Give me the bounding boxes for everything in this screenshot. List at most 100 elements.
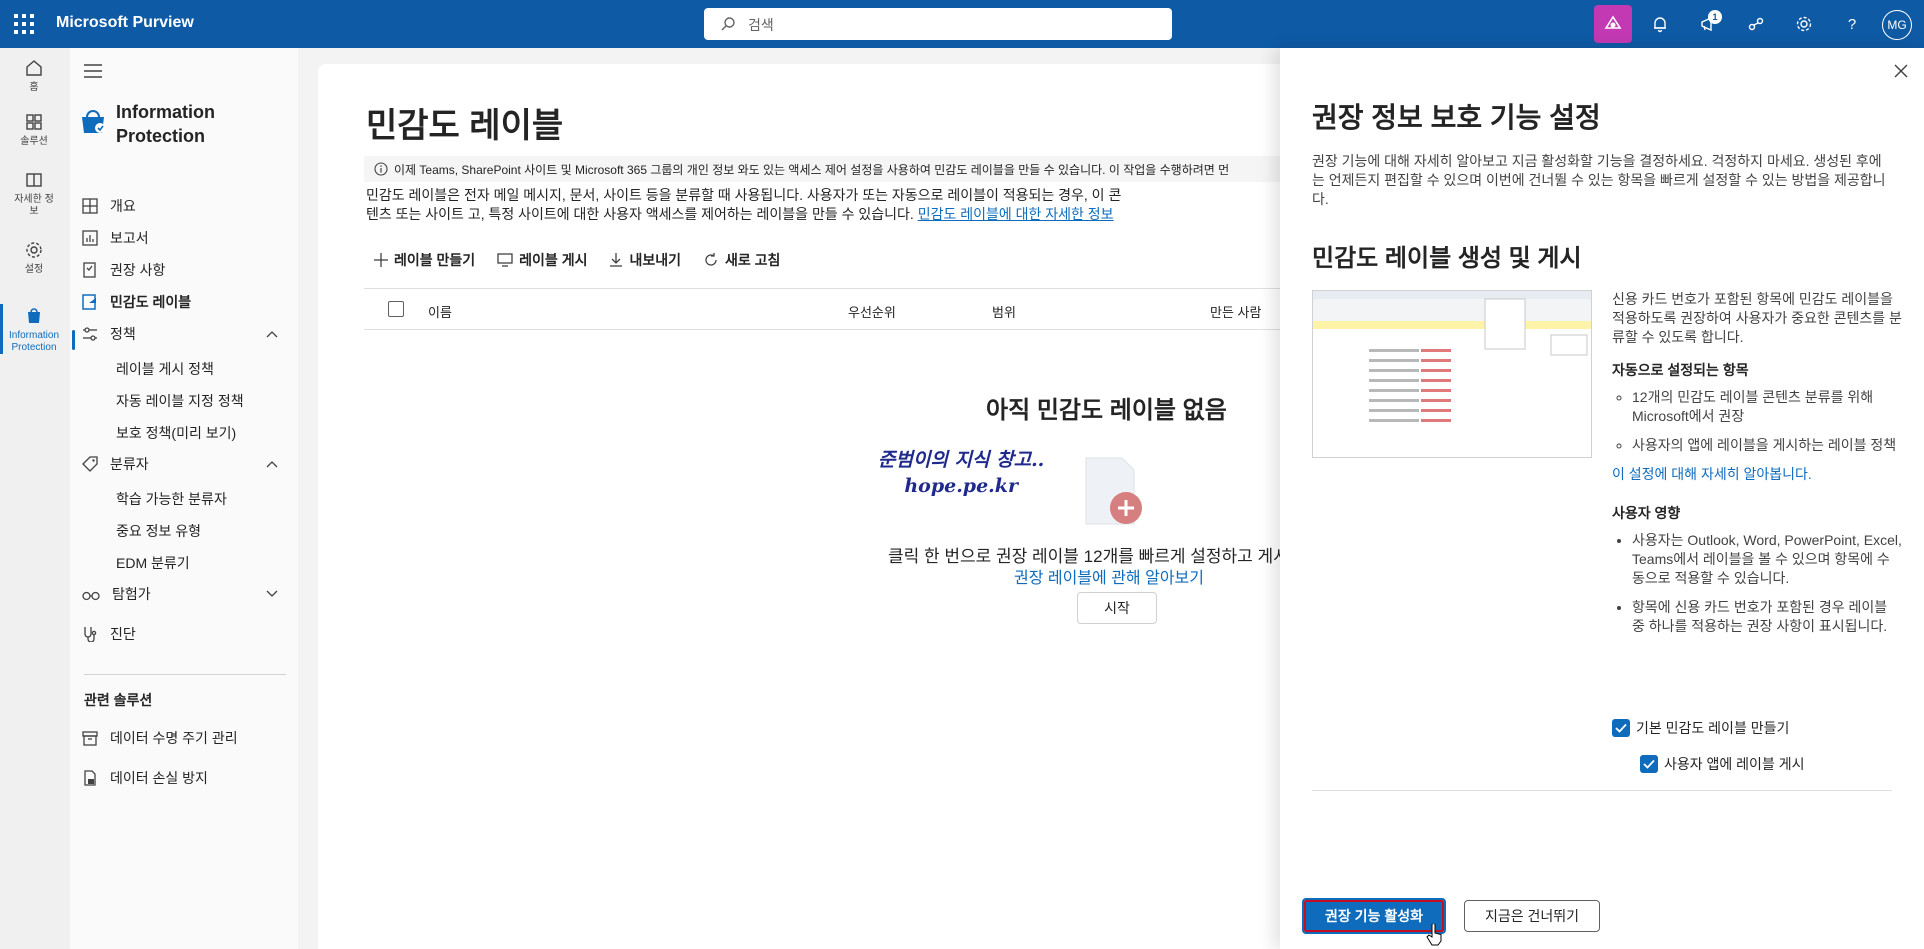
publish-icon xyxy=(497,253,513,267)
app-title[interactable]: Microsoft Purview xyxy=(56,14,194,32)
rail-item-information-protection[interactable]: Information Protection xyxy=(0,304,68,354)
recommended-labels-link[interactable]: 권장 레이블에 관해 알아보기 xyxy=(1014,564,1204,588)
nav-item-overview[interactable]: 개요 xyxy=(82,188,290,224)
preview-image xyxy=(1312,290,1592,458)
notification-badge: 1 xyxy=(1708,10,1722,24)
related-solutions-heading: 관련 솔루션 xyxy=(84,692,153,708)
plus-icon xyxy=(374,253,388,267)
nav-item-policies[interactable]: 정책 xyxy=(82,316,290,352)
list-item: 사용자의 앱에 레이블을 게시하는 레이블 정책 xyxy=(1632,436,1902,455)
start-button[interactable]: 시작 xyxy=(1077,592,1157,624)
home-icon xyxy=(26,60,42,76)
sliders-icon xyxy=(83,327,97,341)
hamburger-icon[interactable] xyxy=(84,64,102,78)
rail-item-home[interactable]: 홈 xyxy=(0,58,68,94)
recommendations-panel: 권장 정보 보호 기능 설정 권장 기능에 대해 자세히 알아보고 지금 활성화… xyxy=(1280,48,1924,949)
close-icon[interactable] xyxy=(1894,64,1908,78)
nav-item-reports[interactable]: 보고서 xyxy=(82,220,290,256)
nav-active-indicator xyxy=(72,330,75,350)
command-label: 새로 고침 xyxy=(725,252,781,268)
nav-divider xyxy=(84,674,286,675)
rail-item-learn[interactable]: 자세한 정보 xyxy=(0,170,68,218)
nav-item-classifiers[interactable]: 분류자 xyxy=(82,446,290,482)
export-button[interactable]: 내보내기 xyxy=(609,250,681,270)
nav-sub-trainable-classifiers[interactable]: 학습 가능한 분류자 xyxy=(116,489,227,509)
checkbox-checked-icon[interactable] xyxy=(1612,719,1630,737)
nav-pane: Information Protection 개요 보고서 권장 사항 민감도 … xyxy=(70,48,298,949)
info-protection-icon xyxy=(28,308,40,323)
nav-label: 보고서 xyxy=(110,230,149,246)
nav-item-sensitivity-labels[interactable]: 민감도 레이블 xyxy=(82,284,290,320)
watermark-line-2: hope.pe.kr xyxy=(904,475,1018,497)
learn-icon xyxy=(26,173,42,187)
chevron-up-icon[interactable] xyxy=(266,330,278,338)
svg-text:?: ? xyxy=(1848,16,1856,33)
nav-sub-edm-classifiers[interactable]: EDM 분류기 xyxy=(116,553,190,573)
column-name[interactable]: 이름 xyxy=(428,302,452,321)
dlp-icon xyxy=(84,770,96,786)
rail-item-solutions[interactable]: 솔루션 xyxy=(0,112,68,148)
activate-recommended-button[interactable]: 권장 기능 활성화 xyxy=(1302,898,1446,934)
search-input[interactable]: 검색 xyxy=(704,8,1172,40)
nav-item-diagnostics[interactable]: 진단 xyxy=(82,616,290,652)
nav-sub-sensitive-info-types[interactable]: 중요 정보 유형 xyxy=(116,521,201,541)
information-protection-logo-icon xyxy=(82,110,105,133)
nav-item-dlp[interactable]: 데이터 손실 방지 xyxy=(82,760,290,796)
create-default-labels-checkbox[interactable]: 기본 민감도 레이블 만들기 xyxy=(1612,718,1789,738)
chart-icon xyxy=(82,230,98,246)
gear-icon[interactable] xyxy=(1788,8,1820,40)
nav-item-explorers[interactable]: 탐험가 xyxy=(82,576,290,612)
checkbox-checked-icon[interactable] xyxy=(1640,755,1658,773)
bell-icon[interactable] xyxy=(1644,8,1676,40)
info-message-text: 이제 Teams, SharePoint 사이트 및 Microsoft 365… xyxy=(394,163,1230,177)
command-label: 내보내기 xyxy=(629,252,681,268)
list-item: 사용자는 Outlook, Word, PowerPoint, Excel, T… xyxy=(1632,531,1902,588)
nav-label: 권장 사항 xyxy=(110,262,166,278)
select-all-checkbox[interactable] xyxy=(388,301,404,317)
publish-labels-button[interactable]: 레이블 게시 xyxy=(497,250,587,270)
section-title: 민감도 레이블 생성 및 게시 xyxy=(1312,245,1582,272)
panel-description: 권장 기능에 대해 자세히 알아보고 지금 활성화할 기능을 결정하세요. 걱정… xyxy=(1312,153,1886,207)
avatar[interactable]: MG xyxy=(1882,10,1912,40)
chevron-up-icon[interactable] xyxy=(266,460,278,468)
download-icon xyxy=(610,253,623,267)
tag-icon xyxy=(82,456,98,472)
diagnose-icon xyxy=(84,627,97,642)
column-created-by[interactable]: 만든 사람 xyxy=(1210,302,1261,321)
publish-labels-checkbox[interactable]: 사용자 앱에 레이블 게시 xyxy=(1640,754,1804,774)
nav-item-recommendations[interactable]: 권장 사항 xyxy=(82,252,290,288)
chevron-down-icon[interactable] xyxy=(266,590,278,598)
waffle-icon[interactable] xyxy=(14,14,34,34)
nav-title: Information Protection xyxy=(116,102,215,146)
page-description: 민감도 레이블은 전자 메일 메시지, 문서, 사이트 등을 분류할 때 사용됩… xyxy=(366,186,1126,224)
nav-sub-protection-policies[interactable]: 보호 정책(미리 보기) xyxy=(116,423,236,443)
nav-label: 데이터 손실 방지 xyxy=(110,770,208,786)
learn-settings-link[interactable]: 이 설정에 대해 자세히 알아봅니다. xyxy=(1612,465,1902,484)
column-priority[interactable]: 우선순위 xyxy=(848,302,896,321)
skip-for-now-button[interactable]: 지금은 건너뛰기 xyxy=(1464,900,1600,932)
nav-item-data-lifecycle[interactable]: 데이터 수명 주기 관리 xyxy=(82,720,290,756)
search-placeholder: 검색 xyxy=(748,17,774,33)
user-impact-heading: 사용자 영향 xyxy=(1612,505,1681,521)
refresh-button[interactable]: 새로 고침 xyxy=(703,250,780,270)
column-scope[interactable]: 범위 xyxy=(992,302,1016,321)
auto-items-heading: 자동으로 설정되는 항목 xyxy=(1612,362,1749,378)
auto-items-list: 12개의 민감도 레이블 콘텐츠 분류를 위해 Microsoft에서 권장 사… xyxy=(1612,388,1902,455)
nav-label: 분류자 xyxy=(110,456,149,472)
rail-item-settings[interactable]: 설정 xyxy=(0,240,68,276)
nav-label: 데이터 수명 주기 관리 xyxy=(110,730,238,746)
megaphone-icon[interactable]: 1 xyxy=(1692,8,1724,40)
search-icon xyxy=(721,17,735,31)
impact-list: 사용자는 Outlook, Word, PowerPoint, Excel, T… xyxy=(1612,531,1902,636)
hand-cursor-icon xyxy=(1426,924,1442,946)
nav-sub-label-policies[interactable]: 레이블 게시 정책 xyxy=(116,359,214,379)
create-label-button[interactable]: 레이블 만들기 xyxy=(374,250,475,270)
help-icon[interactable]: ? xyxy=(1836,8,1868,40)
nav-sub-auto-labeling[interactable]: 자동 레이블 지정 정책 xyxy=(116,391,244,411)
learn-more-link[interactable]: 민감도 레이블에 대한 자세한 정보 xyxy=(918,206,1114,222)
nav-label: 정책 xyxy=(110,326,136,342)
copilot-icon[interactable] xyxy=(1594,5,1632,43)
label-icon xyxy=(82,294,96,310)
connect-icon[interactable] xyxy=(1740,8,1772,40)
checkbox-label: 기본 민감도 레이블 만들기 xyxy=(1636,720,1790,736)
